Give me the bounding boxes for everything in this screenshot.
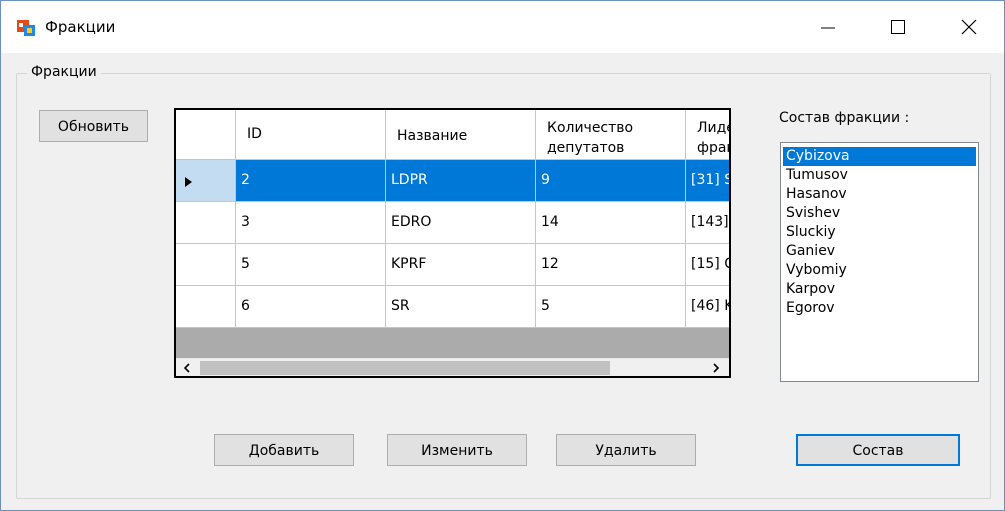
members-listbox[interactable]: Cybizova Tumusov Hasanov Svishev Sluckiy… bbox=[780, 142, 979, 382]
cell-text: SR bbox=[391, 298, 410, 314]
grid-cell-name[interactable]: EDRO bbox=[386, 202, 536, 244]
grid-cell-id[interactable]: 5 bbox=[236, 244, 386, 286]
row-header[interactable] bbox=[176, 244, 236, 286]
cell-text: EDRO bbox=[391, 214, 432, 230]
list-item[interactable]: Vybomiy bbox=[783, 261, 976, 280]
column-header-label: ID bbox=[247, 126, 262, 142]
refresh-button[interactable]: Обновить bbox=[39, 110, 148, 142]
delete-button[interactable]: Удалить bbox=[556, 434, 696, 466]
column-header-name[interactable]: Название bbox=[386, 110, 536, 160]
grid-cell-id[interactable]: 2 bbox=[236, 160, 386, 202]
cell-text: [15] C bbox=[691, 256, 731, 272]
row-header[interactable] bbox=[176, 202, 236, 244]
cell-text: [143] bbox=[691, 214, 729, 230]
cell-text: 6 bbox=[241, 298, 250, 314]
grid-cell-id[interactable]: 3 bbox=[236, 202, 386, 244]
grid-cell-name[interactable]: LDPR bbox=[386, 160, 536, 202]
list-item-text: Sluckiy bbox=[786, 224, 836, 240]
row-header-selected[interactable] bbox=[176, 160, 236, 202]
cell-text: [46] K bbox=[691, 298, 731, 314]
list-item[interactable]: Tumusov bbox=[783, 166, 976, 185]
cell-text: LDPR bbox=[391, 172, 428, 188]
close-icon bbox=[961, 19, 977, 35]
scroll-left-arrow-icon[interactable] bbox=[178, 360, 196, 376]
current-row-arrow-icon bbox=[185, 177, 192, 187]
cell-text: 2 bbox=[241, 172, 250, 188]
list-item-text: Hasanov bbox=[786, 186, 847, 202]
list-item-text: Tumusov bbox=[786, 167, 848, 183]
list-item[interactable]: Sluckiy bbox=[783, 223, 976, 242]
grid-cell-count[interactable]: 5 bbox=[536, 286, 686, 328]
grid-cell-leader[interactable]: [31] S bbox=[686, 160, 731, 202]
grid-cell-leader[interactable]: [143] bbox=[686, 202, 729, 244]
grid-cell-leader[interactable]: [46] K bbox=[686, 286, 731, 328]
list-item[interactable]: Ganiev bbox=[783, 242, 976, 261]
maximize-icon bbox=[891, 20, 905, 34]
list-item[interactable]: Svishev bbox=[783, 204, 976, 223]
grid-cell-count[interactable]: 14 bbox=[536, 202, 686, 244]
app-icon bbox=[17, 20, 35, 36]
list-item[interactable]: Karpov bbox=[783, 280, 976, 299]
edit-button[interactable]: Изменить bbox=[387, 434, 527, 466]
list-item[interactable]: Cybizova bbox=[783, 147, 976, 166]
members-label: Состав фракции : bbox=[779, 110, 910, 126]
list-item-text: Ganiev bbox=[786, 243, 836, 259]
grid-cell-name[interactable]: SR bbox=[386, 286, 536, 328]
maximize-button[interactable] bbox=[875, 1, 921, 53]
factions-grid[interactable]: ID Название Количество депутатов Лидер ф… bbox=[174, 108, 731, 378]
list-item-text: Karpov bbox=[786, 281, 836, 297]
close-button[interactable] bbox=[946, 1, 992, 53]
cell-text: [31] S bbox=[691, 172, 731, 188]
grid-cell-name[interactable]: KPRF bbox=[386, 244, 536, 286]
add-button[interactable]: Добавить bbox=[214, 434, 354, 466]
title-bar[interactable]: Фракции bbox=[1, 1, 1004, 53]
grid-cell-count[interactable]: 9 bbox=[536, 160, 686, 202]
grid-cell-count[interactable]: 12 bbox=[536, 244, 686, 286]
scrollbar-thumb[interactable] bbox=[200, 361, 610, 375]
members-button[interactable]: Состав bbox=[796, 434, 960, 466]
list-item[interactable]: Egorov bbox=[783, 299, 976, 318]
list-item-text: Svishev bbox=[786, 205, 841, 221]
column-header-count[interactable]: Количество депутатов bbox=[536, 110, 686, 160]
grid-cell-id[interactable]: 6 bbox=[236, 286, 386, 328]
grid-cell-leader[interactable]: [15] C bbox=[686, 244, 731, 286]
window-title: Фракции bbox=[45, 18, 116, 36]
minimize-button[interactable] bbox=[805, 1, 851, 53]
cell-text: 5 bbox=[241, 256, 250, 272]
grid-corner-header[interactable] bbox=[176, 110, 236, 160]
column-header-label: Лидер фракции bbox=[697, 120, 729, 156]
list-item-text: Egorov bbox=[786, 300, 835, 316]
cell-text: 3 bbox=[241, 214, 250, 230]
minimize-icon bbox=[821, 27, 835, 29]
app-window: Фракции Фракции Обновить ID Название Кол… bbox=[0, 0, 1005, 511]
column-header-leader[interactable]: Лидер фракции bbox=[686, 110, 729, 160]
column-header-label: Название bbox=[397, 128, 468, 144]
cell-text: 14 bbox=[541, 214, 559, 230]
column-header-label: Количество депутатов bbox=[547, 120, 634, 156]
column-header-id[interactable]: ID bbox=[236, 110, 386, 160]
row-header[interactable] bbox=[176, 286, 236, 328]
cell-text: 9 bbox=[541, 172, 550, 188]
cell-text: KPRF bbox=[391, 256, 427, 272]
list-item-text: Cybizova bbox=[786, 148, 850, 164]
list-item-text: Vybomiy bbox=[786, 262, 847, 278]
cell-text: 5 bbox=[541, 298, 550, 314]
horizontal-scrollbar[interactable] bbox=[176, 358, 729, 376]
scroll-right-arrow-icon[interactable] bbox=[707, 360, 725, 376]
cell-text: 12 bbox=[541, 256, 559, 272]
groupbox-label: Фракции bbox=[27, 64, 101, 80]
list-item[interactable]: Hasanov bbox=[783, 185, 976, 204]
